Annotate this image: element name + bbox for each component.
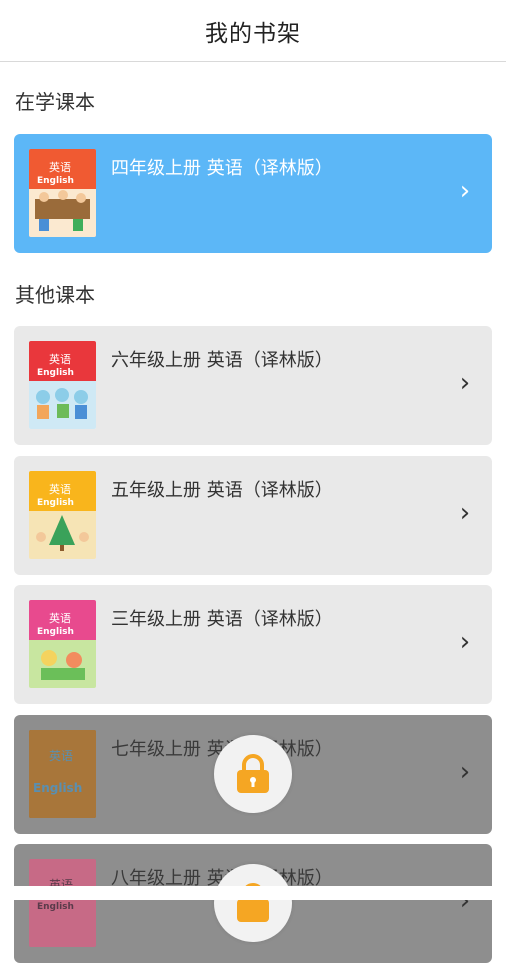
section-title-other: 其他课本 <box>15 283 95 307</box>
book-title: 三年级上册 英语（译林版） <box>111 609 333 630</box>
book-cover: 英语 English <box>29 730 96 818</box>
cover-label: 英语 <box>49 160 71 174</box>
chevron-right-icon: › <box>459 176 471 206</box>
book-title: 五年级上册 英语（译林版） <box>111 480 333 501</box>
top-bar: 我的书架 <box>0 0 506 62</box>
book-card[interactable]: 英语 English 五年级上册 英语（译林版） › <box>14 456 492 575</box>
lock-badge[interactable] <box>214 864 292 942</box>
cover-label: 英语 <box>49 482 71 496</box>
cover-label-en: English <box>37 176 74 186</box>
lock-icon <box>237 754 269 793</box>
book-cover: 英语 English <box>29 859 96 947</box>
page-title: 我的书架 <box>205 20 301 47</box>
book-cover: 英语 English <box>29 471 96 559</box>
cover-label: 英语 <box>49 611 71 625</box>
book-card-current[interactable]: 英语 English 四年级上册 英语（译林版） › <box>14 134 492 253</box>
cover-label: 英语 <box>49 352 71 366</box>
chevron-right-icon: › <box>459 627 471 657</box>
chevron-right-icon: › <box>459 498 471 528</box>
book-title: 四年级上册 英语（译林版） <box>111 158 333 179</box>
book-card[interactable]: 英语 English 六年级上册 英语（译林版） › <box>14 326 492 445</box>
book-cover: 英语 English <box>29 341 96 429</box>
book-cover: 英语 English <box>29 600 96 688</box>
bottom-edge <box>0 886 506 900</box>
cover-label: 英语 <box>49 749 73 763</box>
book-cover: 英语 English <box>29 149 96 237</box>
cover-label-en: English <box>37 627 74 637</box>
lock-badge[interactable] <box>214 735 292 813</box>
chevron-right-icon: › <box>459 368 471 398</box>
cover-label-en: English <box>37 368 74 378</box>
section-title-current: 在学课本 <box>15 90 95 114</box>
cover-label-en: English <box>37 498 74 508</box>
book-card[interactable]: 英语 English 三年级上册 英语（译林版） › <box>14 585 492 704</box>
cover-label-en: English <box>37 902 74 912</box>
cover-label-en: English <box>33 781 82 795</box>
chevron-right-icon: › <box>459 757 471 787</box>
book-title: 六年级上册 英语（译林版） <box>111 350 333 371</box>
